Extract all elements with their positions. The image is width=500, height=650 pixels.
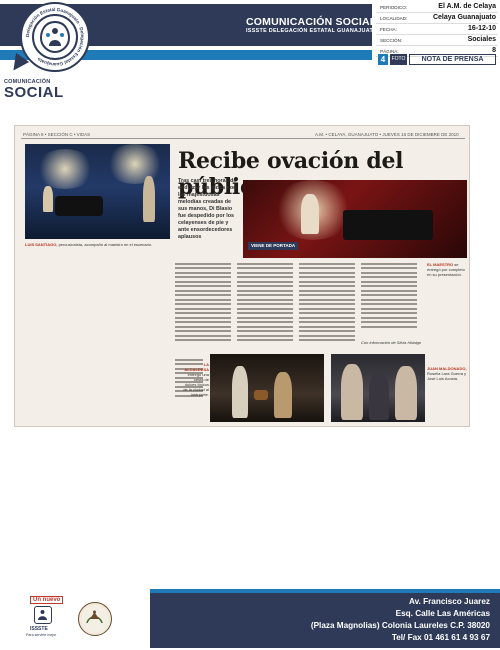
header-title: COMUNICACIÓN SOCIAL <box>246 16 377 28</box>
byline: Con información de Silvia Hidalgo <box>361 340 422 345</box>
percussionist-figure <box>143 176 155 222</box>
caption-text: percusionista, acompañó al maestro en el… <box>58 242 153 247</box>
meta-row: FECHA: 16-12-10 <box>376 24 498 35</box>
caption-text: entregó una cesta de dulces típicos de l… <box>183 372 209 397</box>
article-column <box>175 260 231 344</box>
address-line: (Plaza Magnolias) Colonia Laureles C.P. … <box>310 621 490 630</box>
footer-logos: Un nuevo ISSSTE Para servirte mejor <box>20 596 130 644</box>
caption-text: Roselia Lara Guerra y José Luis Acosta. <box>427 371 467 381</box>
meta-label: LOCALIDAD: <box>380 16 408 21</box>
meta-value: Celaya Guanajuato <box>432 14 496 21</box>
issste-text: ISSSTE <box>30 626 48 632</box>
brand-big: SOCIAL <box>4 84 64 101</box>
stage-photo <box>25 144 170 239</box>
viene-de-portada-tag: VIENE DE PORTADA <box>248 242 298 250</box>
piano-silhouette <box>55 196 103 216</box>
concert-caption: EL MAESTRO se entregó por completo en su… <box>427 262 467 277</box>
meta-value: Sociales <box>467 36 496 43</box>
mexico-seal-icon <box>78 602 112 636</box>
pianist-figure <box>301 194 319 234</box>
caption-name: LUIS SANTIAGO, <box>25 242 58 247</box>
group-caption: JUAN MALDONADO, Roselia Lara Guerra y Jo… <box>427 366 467 381</box>
footer-band: Av. Francisco Juarez Esq. Calle Las Amér… <box>150 593 500 648</box>
eagle-icon <box>86 610 103 624</box>
newspaper-clipping: PÁGINA 8 • SECCIÓN C • VIDAS A.M. • CELA… <box>14 125 470 427</box>
person-figure <box>369 372 389 420</box>
gift-basket <box>254 390 268 400</box>
page-bar: 4 FOTO NOTA DE PRENSA <box>378 54 496 65</box>
address-line: Esq. Calle Las Américas <box>395 609 490 618</box>
divider <box>21 138 465 139</box>
article-column <box>237 260 293 344</box>
stage-light <box>105 144 165 184</box>
article-column <box>299 260 355 344</box>
stage-caption: LUIS SANTIAGO, percusionista, acompañó a… <box>25 242 170 247</box>
family-icon <box>38 610 47 620</box>
mayor-caption: LA ALCALDESA entregó una cesta de dulces… <box>183 362 209 397</box>
foto-tag: FOTO <box>390 54 407 65</box>
article-column <box>361 260 417 330</box>
caption-name: LA ALCALDESA <box>184 362 209 372</box>
pianist-figure <box>232 366 248 418</box>
nota-de-prensa-tag: NOTA DE PRENSA <box>409 54 496 65</box>
stage-light <box>35 149 95 189</box>
family-icon <box>39 20 71 54</box>
clip-page-head: PÁGINA 8 • SECCIÓN C • VIDAS <box>23 132 91 137</box>
un-nuevo-badge: Un nuevo <box>30 596 64 604</box>
person-figure <box>341 364 363 420</box>
address-line: Av. Francisco Juarez <box>409 597 490 606</box>
meta-row: LOCALIDAD: Celaya Guanajuato <box>376 13 498 24</box>
phone-line: Tel/ Fax 01 461 61 4 93 67 <box>391 633 490 642</box>
issste-logo-icon <box>34 606 52 624</box>
meta-label: FECHA: <box>380 27 397 32</box>
group-photo <box>331 354 425 422</box>
mayor-photo <box>210 354 324 422</box>
clip-page-head-right: A.M. • CELAYA, GUANAJUATO • JUEVES 16 DE… <box>315 132 459 137</box>
grand-piano <box>343 210 433 240</box>
meta-value: El A.M. de Celaya <box>438 3 496 10</box>
page-number: 4 <box>378 54 388 65</box>
slogan: Para servirte mejor <box>26 633 57 637</box>
header-subtitle: ISSSTE DELEGACIÓN ESTATAL GUANAJUATO <box>246 28 378 34</box>
meta-row: SECCIÓN: Sociales <box>376 35 498 46</box>
lede: Tras casi tres horas de endulzar los oíd… <box>178 178 237 240</box>
meta-label: PERIODICO: <box>380 5 408 10</box>
meta-value: 8 <box>492 47 496 54</box>
meta-label: SECCIÓN: <box>380 38 403 43</box>
logo-emblem <box>32 14 78 60</box>
delegation-logo: Delegación Estatal Guanajuato · Delegaci… <box>20 2 90 72</box>
mayor-figure <box>274 372 292 418</box>
person-figure <box>395 366 417 420</box>
metadata-table: PERIODICO: El A.M. de Celaya LOCALIDAD: … <box>376 2 498 57</box>
pianist-figure <box>43 186 53 212</box>
meta-value: 16-12-10 <box>467 25 496 32</box>
meta-row: PERIODICO: El A.M. de Celaya <box>376 2 498 13</box>
